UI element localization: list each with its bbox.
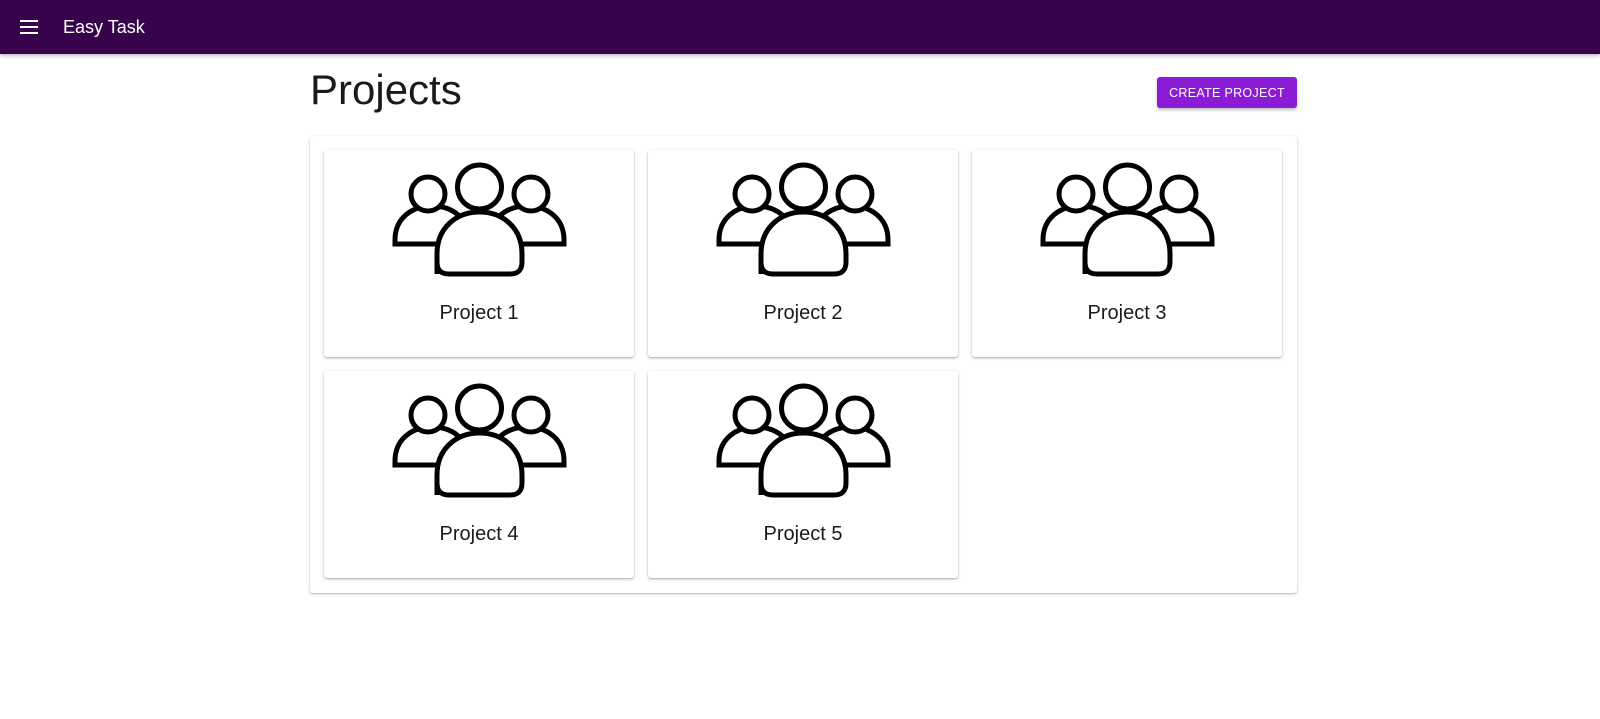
project-name: Project 1 [439, 302, 519, 324]
project-card[interactable]: Project 3 [972, 150, 1282, 357]
project-name: Project 5 [763, 523, 843, 545]
project-card[interactable]: Project 4 [324, 371, 634, 578]
group-icon [1040, 162, 1215, 277]
project-card[interactable]: Project 5 [648, 371, 958, 578]
project-card[interactable]: Project 1 [324, 150, 634, 357]
group-icon [392, 383, 567, 498]
app-bar: Easy Task [0, 0, 1600, 54]
menu-button[interactable] [17, 15, 41, 39]
app-title: Easy Task [63, 16, 145, 37]
create-project-button[interactable]: CREATE PROJECT [1157, 77, 1297, 108]
project-card[interactable]: Project 2 [648, 150, 958, 357]
menu-icon [20, 20, 38, 34]
group-icon [392, 162, 567, 277]
projects-grid: Project 1 Project 2 Project 3 Project 4 … [310, 136, 1297, 593]
project-name: Project 4 [439, 523, 519, 545]
group-icon [716, 383, 891, 498]
project-name: Project 2 [763, 302, 843, 324]
project-name: Project 3 [1087, 302, 1167, 324]
page-title: Projects [310, 66, 462, 113]
group-icon [716, 162, 891, 277]
